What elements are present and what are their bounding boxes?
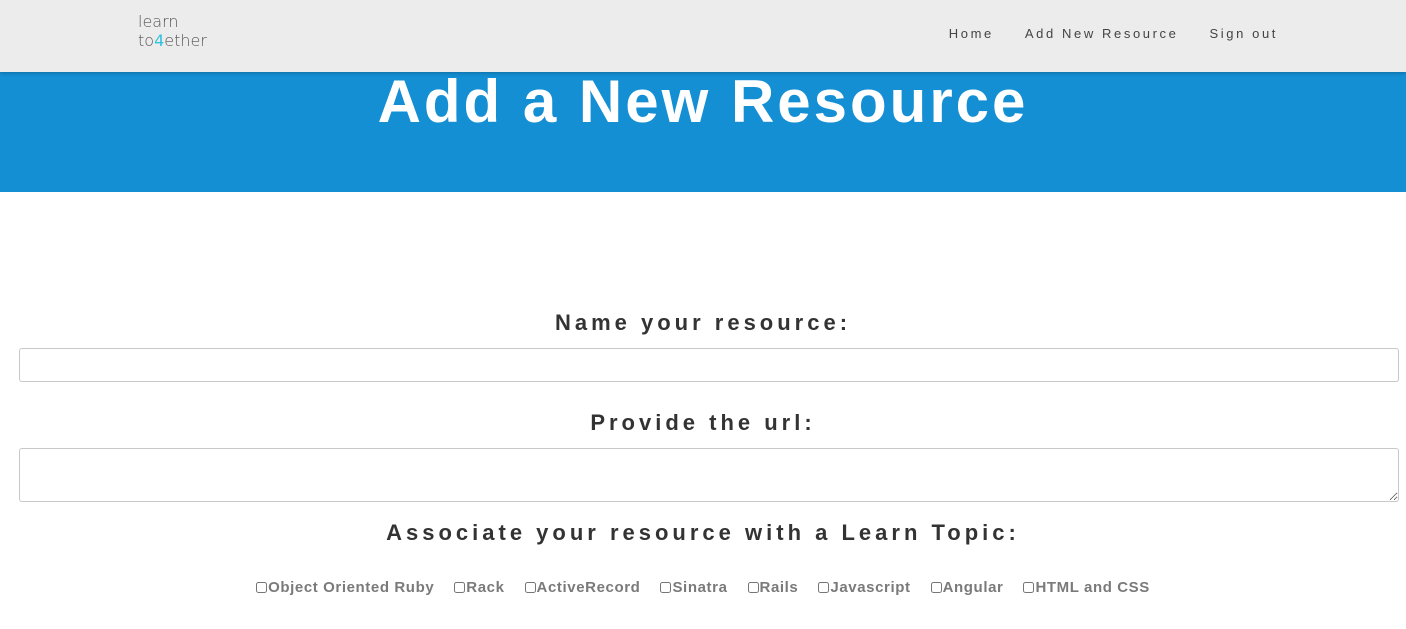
topic-checkbox[interactable] <box>930 582 942 593</box>
topic-checkbox[interactable] <box>660 582 672 593</box>
topic-sinatra[interactable]: Sinatra <box>660 579 727 596</box>
topic-label-text: Javascript <box>830 579 911 596</box>
topic-html-and-css[interactable]: HTML and CSS <box>1023 579 1149 596</box>
topic-checkbox[interactable] <box>454 582 466 593</box>
topic-object-oriented-ruby[interactable]: Object Oriented Ruby <box>256 579 434 596</box>
logo[interactable]: learn to4ether <box>138 12 228 62</box>
nav-home-link[interactable]: Home <box>949 26 994 41</box>
topic-label-text: Rack <box>466 579 505 596</box>
topic-checkbox[interactable] <box>1023 582 1035 593</box>
logo-four: 4 <box>154 31 165 50</box>
resource-url-input[interactable] <box>19 448 1399 502</box>
logo-line2: to4ether <box>138 31 228 50</box>
page-title: Add a New Resource <box>377 68 1029 135</box>
topic-checkbox[interactable] <box>524 582 536 593</box>
topic-rails[interactable]: Rails <box>747 579 799 596</box>
nav-links: Home Add New Resource Sign out <box>949 26 1278 41</box>
topic-label-text: Angular <box>942 579 1004 596</box>
topic-label-text: Object Oriented Ruby <box>268 579 435 596</box>
topic-label-text: Rails <box>759 579 799 596</box>
topic-checkbox-list: Object Oriented Ruby Rack ActiveRecord S… <box>0 579 1406 596</box>
topic-checkbox[interactable] <box>256 582 268 593</box>
navbar: learn to4ether Home Add New Resource Sig… <box>0 0 1406 72</box>
logo-text-to: to <box>138 31 155 50</box>
nav-add-resource-link[interactable]: Add New Resource <box>1025 26 1179 41</box>
topic-javascript[interactable]: Javascript <box>818 579 910 596</box>
topic-rack[interactable]: Rack <box>454 579 504 596</box>
topic-label-text: HTML and CSS <box>1035 579 1150 596</box>
name-label: Name your resource: <box>554 310 852 335</box>
nav-sign-out-link[interactable]: Sign out <box>1209 26 1278 41</box>
topic-checkbox[interactable] <box>747 582 759 593</box>
topic-activerecord[interactable]: ActiveRecord <box>524 579 641 596</box>
topic-label-text: Sinatra <box>672 579 728 596</box>
url-label: Provide the url: <box>590 410 816 435</box>
logo-line1: learn <box>138 12 179 31</box>
topic-label: Associate your resource with a Learn Top… <box>386 520 1020 545</box>
resource-name-input[interactable] <box>19 348 1399 382</box>
topic-angular[interactable]: Angular <box>930 579 1004 596</box>
topic-checkbox[interactable] <box>818 582 830 593</box>
logo-text-ether: ether <box>164 31 207 50</box>
topic-label-text: ActiveRecord <box>536 579 641 596</box>
